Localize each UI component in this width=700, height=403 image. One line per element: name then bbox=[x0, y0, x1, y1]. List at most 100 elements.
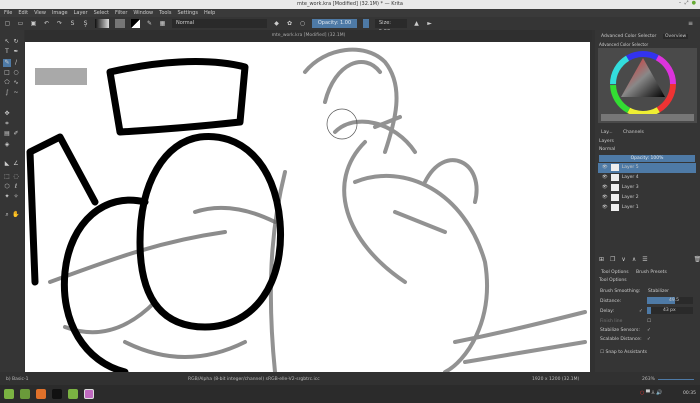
krita-taskbar-icon[interactable] bbox=[84, 389, 94, 399]
layer-row[interactable]: 👁 Layer 5 bbox=[598, 163, 696, 173]
menu-edit[interactable]: Edit bbox=[18, 9, 28, 17]
visibility-icon[interactable]: 👁 bbox=[602, 185, 608, 190]
fg-bg-color-icon[interactable] bbox=[131, 19, 140, 28]
calligraphy-tool-icon[interactable]: ✒ bbox=[12, 48, 20, 56]
brush-smoothing-select[interactable]: Stabilizer bbox=[648, 289, 669, 294]
similar-select-icon[interactable]: ✧ bbox=[12, 193, 20, 201]
save-icon[interactable]: ▣ bbox=[30, 20, 37, 27]
eraser-icon[interactable]: ◆ bbox=[273, 20, 280, 27]
drawing-canvas[interactable] bbox=[25, 42, 590, 372]
layer-blend-select[interactable]: Normal bbox=[599, 147, 615, 152]
bezier-tool-icon[interactable]: ∫ bbox=[3, 89, 11, 97]
layer-opacity-slider[interactable]: Opacity: 100% bbox=[599, 155, 695, 162]
layer-row[interactable]: 👁 Layer 4 bbox=[598, 173, 696, 183]
tab-advanced-color-selector[interactable]: Advanced Color Selector bbox=[601, 34, 656, 39]
colorpicker-tool-icon[interactable]: ✐ bbox=[12, 130, 20, 138]
duplicate-layer-icon[interactable]: ❐ bbox=[610, 256, 615, 263]
visibility-icon[interactable]: 👁 bbox=[602, 205, 608, 210]
snap-to-assistants-checkbox[interactable]: ☐ Snap to Assistants bbox=[600, 350, 647, 355]
grid-icon[interactable]: ▦ bbox=[159, 20, 166, 27]
distance-slider[interactable]: 49.5 bbox=[647, 297, 693, 304]
gradient-tool-icon[interactable]: ▤ bbox=[3, 130, 11, 138]
menu-view[interactable]: View bbox=[34, 9, 46, 17]
polygon-select-icon[interactable]: ⬡ bbox=[3, 183, 11, 191]
show-desktop-icon[interactable] bbox=[20, 389, 30, 399]
wrap-icon[interactable]: ○ bbox=[299, 20, 306, 27]
line-tool-icon[interactable]: / bbox=[12, 59, 20, 67]
opacity-slider[interactable]: Opacity: 1.00 bbox=[312, 19, 357, 28]
pan-tool-icon[interactable]: ✋ bbox=[12, 211, 20, 219]
undo-icon[interactable]: ↶ bbox=[43, 20, 50, 27]
menu-help[interactable]: Help bbox=[204, 9, 215, 17]
assistant-tool-icon[interactable]: ◣ bbox=[3, 160, 11, 168]
delay-slider[interactable]: 43 px bbox=[647, 307, 693, 314]
color-selector[interactable] bbox=[598, 48, 697, 123]
preserve-alpha-icon[interactable]: ✿ bbox=[286, 20, 293, 27]
menu-filter[interactable]: Filter bbox=[115, 9, 127, 17]
freehand-select-icon[interactable]: ℓ bbox=[12, 183, 20, 191]
visibility-icon[interactable]: 👁 bbox=[602, 175, 608, 180]
redo-icon[interactable]: ↷ bbox=[56, 20, 63, 27]
mirror-vertical-icon[interactable]: ► bbox=[426, 20, 433, 27]
rect-select-icon[interactable]: ⬚ bbox=[3, 173, 11, 181]
menu-file[interactable]: File bbox=[4, 9, 12, 17]
move-down-icon[interactable]: ∨ bbox=[621, 256, 625, 263]
stabilize-sensors-checkbox[interactable]: ✓ bbox=[647, 328, 651, 333]
zoom-slider[interactable] bbox=[658, 379, 694, 380]
tray-icons[interactable]: ○ ▀ ⅄ 🔊 bbox=[640, 390, 662, 396]
color-wheel[interactable] bbox=[598, 48, 697, 123]
visibility-icon[interactable]: 👁 bbox=[602, 195, 608, 200]
tab-brush-presets[interactable]: Brush Presets bbox=[636, 270, 667, 275]
canvas-tab[interactable]: mte_work.kra [Modified] (32.1M) bbox=[25, 30, 592, 42]
freehand-path-icon[interactable]: ~ bbox=[12, 89, 20, 97]
delay-checkbox[interactable]: ✓ bbox=[639, 309, 643, 314]
visibility-icon[interactable]: 👁 bbox=[602, 165, 608, 170]
brush-preset-status[interactable]: b) Basic-1 bbox=[6, 375, 28, 385]
tab-tool-options[interactable]: Tool Options bbox=[601, 270, 629, 275]
brush-presets-icon[interactable]: ✎ bbox=[146, 20, 153, 27]
ellipse-tool-icon[interactable]: ○ bbox=[12, 69, 20, 77]
brush-tool-icon[interactable]: ✎ bbox=[3, 59, 11, 67]
text-tool-icon[interactable]: T bbox=[3, 48, 11, 56]
terminal-icon[interactable] bbox=[52, 389, 62, 399]
tab-layers[interactable]: Lay... bbox=[601, 130, 613, 135]
polyline-tool-icon[interactable]: ∿ bbox=[12, 79, 20, 87]
gradient-swatch[interactable] bbox=[95, 19, 109, 28]
files-icon[interactable] bbox=[68, 389, 78, 399]
firefox-icon[interactable] bbox=[36, 389, 46, 399]
transform-tool-icon[interactable]: ↻ bbox=[12, 38, 20, 46]
toolbar-menu-icon[interactable]: ≡ bbox=[687, 20, 694, 27]
blend-mode-select[interactable]: Normal bbox=[172, 19, 267, 28]
size-slider[interactable]: Size: 5.00 px bbox=[375, 19, 407, 35]
open-file-icon[interactable]: ▭ bbox=[17, 20, 24, 27]
move-tool-icon[interactable]: ✥ bbox=[3, 110, 11, 118]
brush-settings-icon[interactable]: Ş bbox=[82, 20, 89, 27]
window-controls[interactable]: – ⤢ ● bbox=[679, 0, 696, 6]
measure-tool-icon[interactable]: ∠ bbox=[12, 160, 20, 168]
contiguous-select-icon[interactable]: ✦ bbox=[3, 193, 11, 201]
mirror-horizontal-icon[interactable]: ▲ bbox=[413, 20, 420, 27]
mint-menu-icon[interactable] bbox=[4, 389, 14, 399]
tab-overview[interactable]: Overview bbox=[663, 34, 689, 39]
scalable-distance-checkbox[interactable]: ✓ bbox=[647, 337, 651, 342]
menu-settings[interactable]: Settings bbox=[177, 9, 198, 17]
menu-tools[interactable]: Tools bbox=[159, 9, 171, 17]
new-file-icon[interactable]: ▢ bbox=[4, 20, 11, 27]
move-up-icon[interactable]: ∧ bbox=[632, 256, 636, 263]
polygon-tool-icon[interactable]: ⬠ bbox=[3, 79, 11, 87]
crop-tool-icon[interactable]: ⌗ bbox=[3, 120, 11, 128]
menu-layer[interactable]: Layer bbox=[74, 9, 88, 17]
brush-editor-icon[interactable]: S bbox=[69, 20, 76, 27]
ellipse-select-icon[interactable]: ◌ bbox=[12, 173, 20, 181]
pattern-swatch[interactable] bbox=[115, 19, 125, 28]
zoom-tool-icon[interactable]: ⌕ bbox=[3, 211, 11, 219]
layer-properties-icon[interactable]: ☰ bbox=[642, 256, 647, 263]
clock[interactable]: 00:35 bbox=[683, 391, 696, 396]
select-tool-icon[interactable]: ↖ bbox=[3, 38, 11, 46]
rectangle-tool-icon[interactable]: □ bbox=[3, 69, 11, 77]
delete-layer-icon[interactable]: 🗑 bbox=[694, 256, 700, 263]
tab-channels[interactable]: Channels bbox=[623, 130, 644, 135]
menu-image[interactable]: Image bbox=[52, 9, 68, 17]
finish-line-checkbox[interactable]: ☐ bbox=[647, 319, 651, 324]
fill-tool-icon[interactable]: ◈ bbox=[3, 141, 11, 149]
